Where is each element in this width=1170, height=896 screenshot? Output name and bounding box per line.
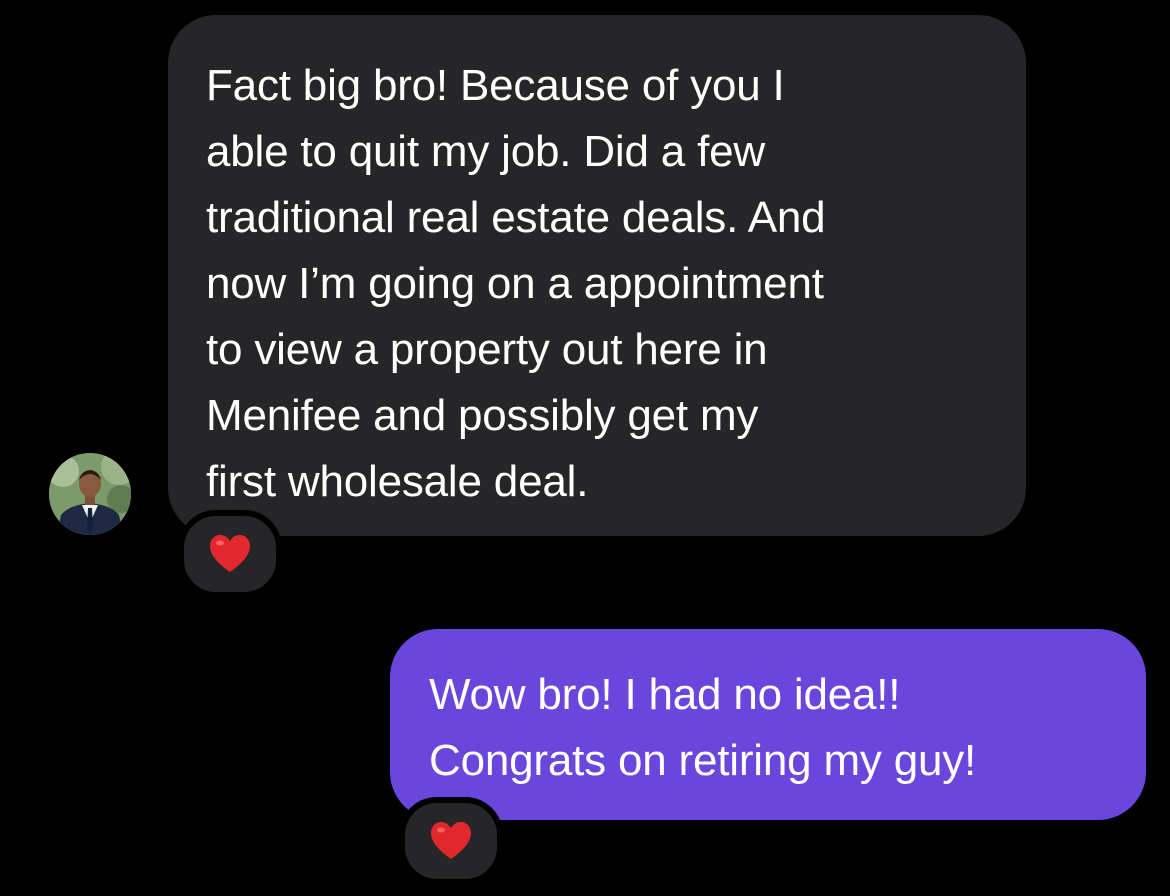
message-line: now I’m going on a appointment xyxy=(206,259,824,308)
sender-avatar[interactable] xyxy=(49,453,131,535)
message-line: to view a property out here in xyxy=(206,325,768,374)
heart-icon xyxy=(210,535,250,572)
message-line: Wow bro! I had no idea!! xyxy=(429,670,901,719)
incoming-reaction-badge[interactable] xyxy=(178,510,282,598)
message-line: Menifee and possibly get my xyxy=(206,391,759,440)
message-line: first wholesale deal. xyxy=(206,457,589,506)
heart-icon xyxy=(431,822,471,859)
message-line: traditional real estate deals. And xyxy=(206,193,826,242)
message-line: able to quit my job. Did a few xyxy=(206,127,765,176)
incoming-message-bubble[interactable]: Fact big bro! Because of you I able to q… xyxy=(168,15,1026,536)
message-line: Fact big bro! Because of you I xyxy=(206,61,785,110)
avatar-photo xyxy=(49,453,131,535)
outgoing-reaction-badge[interactable] xyxy=(399,797,503,885)
message-line: Congrats on retiring my guy! xyxy=(429,736,977,785)
chat-thread: Fact big bro! Because of you I able to q… xyxy=(0,0,1170,896)
outgoing-message-bubble[interactable]: Wow bro! I had no idea!! Congrats on ret… xyxy=(390,629,1146,820)
